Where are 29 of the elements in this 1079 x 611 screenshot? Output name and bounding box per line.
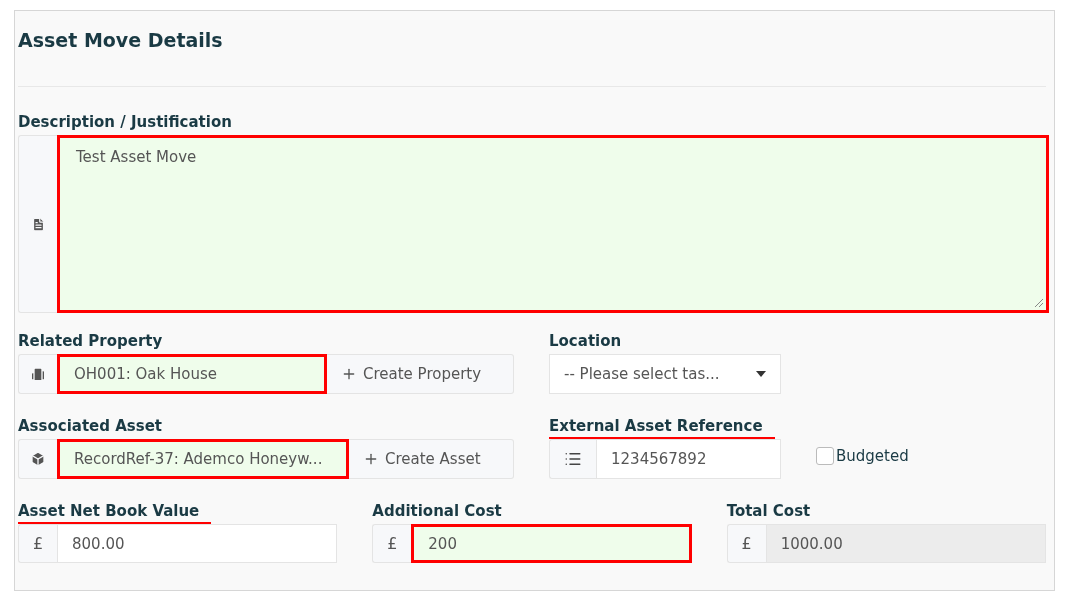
document-icon [30, 216, 46, 232]
input-field[interactable]: 200 [411, 524, 692, 563]
plus-icon [363, 451, 379, 467]
currency-addon: £ [726, 524, 766, 563]
field-label: Description / Justification [18, 113, 232, 133]
checkbox[interactable] [816, 447, 834, 465]
field-label: Associated Asset [18, 417, 163, 437]
currency-addon: £ [372, 524, 412, 563]
list-icon [564, 450, 582, 468]
input-field[interactable]: 1234567892 [596, 439, 781, 479]
field-label: Location [549, 332, 622, 352]
create-button[interactable]: Create Property [327, 354, 514, 394]
cube-icon [30, 451, 46, 467]
lookup-field[interactable]: OH001: Oak House [57, 354, 327, 394]
location-select[interactable]: -- Please select tas... [549, 354, 781, 394]
field-label: Additional Cost [372, 502, 502, 522]
caret-icon [756, 371, 766, 377]
field-label: Total Cost [726, 502, 811, 522]
resize-grip-icon [1035, 299, 1043, 307]
building-icon [30, 366, 46, 382]
lookup-field[interactable]: RecordRef-37: Ademco Honeyw... [57, 439, 349, 479]
field-label: Related Property [18, 332, 163, 352]
create-button[interactable]: Create Asset [349, 439, 514, 479]
input-field[interactable]: 800.00 [57, 524, 338, 563]
plus-icon [341, 366, 357, 382]
panel-title: Asset Move Details [18, 11, 1046, 87]
currency-addon: £ [18, 524, 57, 563]
description-textarea[interactable]: Test Asset Move [57, 135, 1049, 313]
checkbox-label: Budgeted [836, 447, 909, 465]
